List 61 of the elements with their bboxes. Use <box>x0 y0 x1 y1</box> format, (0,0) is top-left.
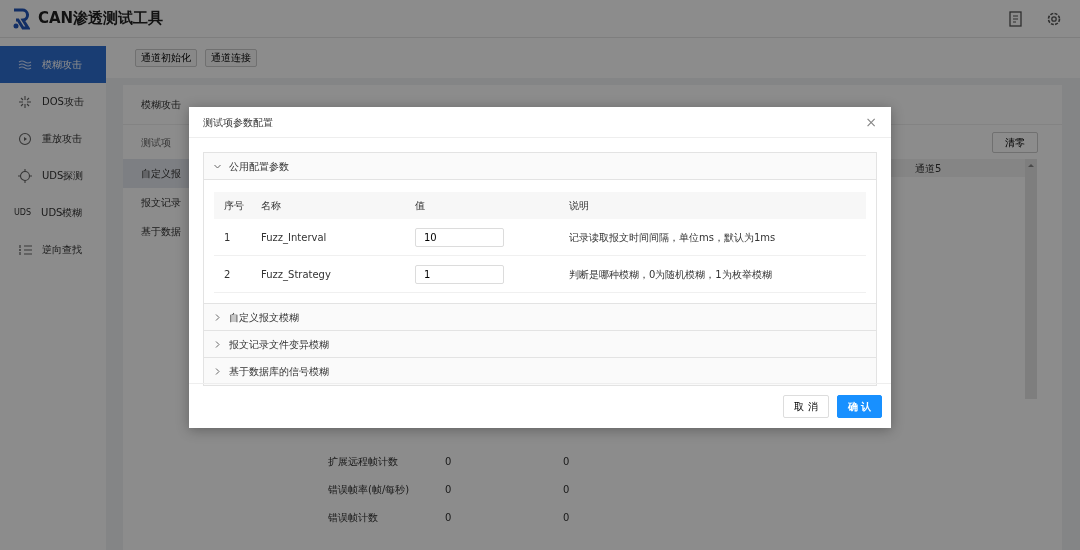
logo-icon <box>12 7 30 30</box>
close-button[interactable]: × <box>865 115 877 129</box>
sidebar-item[interactable]: UDS UDS模糊 <box>0 194 106 231</box>
sidebar-item[interactable]: 重放攻击 <box>0 120 106 157</box>
column-header: 序号 <box>223 199 245 213</box>
sidebar-label: 模糊攻击 <box>42 58 82 72</box>
column-header: 值 <box>415 199 426 213</box>
stat-label: 错误帧计数 <box>328 510 379 525</box>
column-header: 测试项 <box>141 135 171 150</box>
app-title: CAN渗透测试工具 <box>38 8 164 30</box>
toolbar-button[interactable]: 通道初始化 <box>135 49 197 67</box>
table-cell-text: 记录读取报文时间间隔，单位ms，默认为1ms <box>569 230 777 245</box>
sidebar-label: UDS模糊 <box>41 206 83 220</box>
section-header[interactable]: 公用配置参数 <box>204 153 876 180</box>
clear-button[interactable]: 清零 <box>992 131 1038 153</box>
table-cell-text: 判断是哪种模糊，0为随机模糊，1为枚举模糊 <box>569 267 773 282</box>
sidebar-item[interactable]: DOS攻击 <box>0 83 106 120</box>
crosshair-icon <box>18 168 32 183</box>
list-icon <box>18 242 32 257</box>
chevron-right-icon <box>214 340 221 348</box>
sidebar-label: 逆向查找 <box>42 243 82 257</box>
stat-label: 扩展远程帧计数 <box>328 454 399 469</box>
stat-value: 0 <box>563 510 571 525</box>
sidebar-item[interactable]: 逆向查找 <box>0 231 106 268</box>
stat-value: 0 <box>445 510 453 525</box>
table-cell-text: Fuzz_Interval <box>261 230 328 245</box>
chevron-right-icon <box>214 313 221 321</box>
value-field[interactable]: 1 <box>415 264 504 284</box>
stat-value: 0 <box>563 454 571 469</box>
toolbar-button[interactable]: 通道连接 <box>205 49 257 67</box>
stat-value: 0 <box>563 482 571 497</box>
column-header: 通道5 <box>915 161 942 176</box>
value-field[interactable]: 10 <box>415 227 504 247</box>
cancel-button[interactable]: 取 消 <box>783 394 829 418</box>
settings-icon <box>1046 10 1062 27</box>
stat-label: 错误帧率(帧/每秒) <box>328 482 411 497</box>
sidebar-label: 重放攻击 <box>42 132 82 146</box>
modal-title: 测试项参数配置 <box>203 115 273 130</box>
chevron-down-icon <box>214 162 221 170</box>
stat-value: 0 <box>445 482 453 497</box>
play-circle-icon <box>18 131 32 146</box>
uds-icon: UDS <box>14 206 32 219</box>
table-cell-text: Fuzz_Strategy <box>261 267 332 282</box>
document-icon <box>1008 10 1024 27</box>
section-header[interactable]: 报文记录文件变异模糊 <box>204 331 876 358</box>
column-header: 名称 <box>261 199 282 213</box>
section-header[interactable]: 自定义报文模糊 <box>204 304 876 331</box>
confirm-button[interactable]: 确 认 <box>836 394 882 418</box>
table-cell-text: 1 <box>223 230 232 245</box>
section-header[interactable]: 基于数据库的信号模糊 <box>204 358 876 385</box>
sidebar-label: DOS攻击 <box>42 95 84 109</box>
column-header: 说明 <box>569 199 590 213</box>
sidebar-item[interactable]: 模糊攻击 <box>0 46 106 83</box>
burst-icon <box>18 94 32 109</box>
table-cell-text: 2 <box>223 267 232 282</box>
stat-value: 0 <box>445 454 453 469</box>
sidebar-label: UDS探测 <box>42 169 84 183</box>
waves-icon <box>18 57 32 72</box>
sidebar-item[interactable]: UDS探测 <box>0 157 106 194</box>
panel-title: 模糊攻击 <box>141 98 181 112</box>
chevron-right-icon <box>214 368 221 375</box>
